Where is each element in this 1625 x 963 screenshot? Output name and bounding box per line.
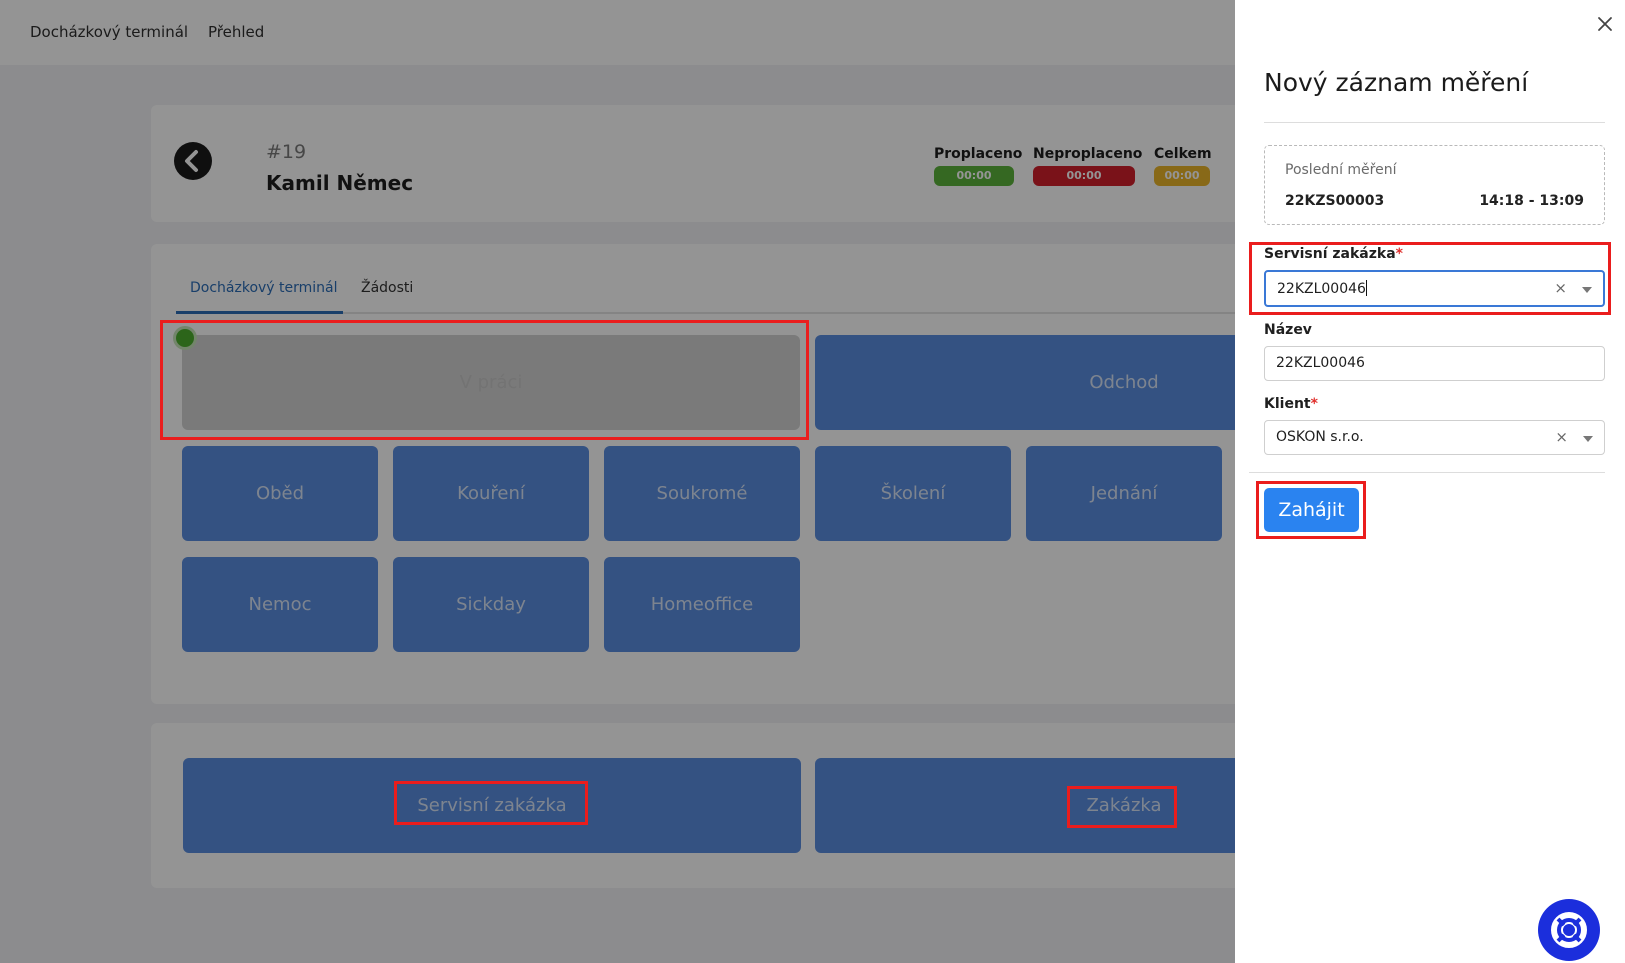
divider [1264, 122, 1605, 123]
clear-icon[interactable]: × [1555, 428, 1568, 446]
last-measurement-code: 22KZS00003 [1285, 193, 1385, 209]
client-label: Klient* [1264, 396, 1318, 412]
close-icon[interactable] [1595, 14, 1615, 34]
client-select[interactable]: OSKON s.r.o. × [1264, 420, 1605, 455]
dropdown-arrow-icon[interactable] [1583, 436, 1593, 442]
last-measurement-time: 14:18 - 13:09 [1479, 193, 1584, 209]
highlight-at-work [160, 320, 809, 440]
required-marker: * [1310, 396, 1318, 412]
modal-backdrop[interactable] [0, 0, 1235, 963]
highlight-service-order-field [1249, 242, 1611, 315]
support-chat-button[interactable] [1538, 899, 1600, 961]
last-measurement-box: Poslední měření 22KZS00003 14:18 - 13:09 [1264, 145, 1605, 225]
highlight-service-order [394, 781, 588, 825]
name-input[interactable]: 22KZL00046 [1264, 346, 1605, 381]
client-label-text: Klient [1264, 396, 1311, 412]
client-value[interactable]: OSKON s.r.o. [1276, 429, 1364, 445]
name-label-text: Název [1264, 322, 1312, 338]
last-measurement-label: Poslední měření [1285, 162, 1397, 178]
name-label: Název [1264, 322, 1312, 338]
highlight-start-button [1256, 481, 1366, 539]
lifebuoy-icon [1551, 912, 1587, 948]
panel-title: Nový záznam měření [1264, 68, 1529, 97]
name-value[interactable]: 22KZL00046 [1276, 355, 1365, 371]
divider [1249, 472, 1605, 473]
highlight-order [1067, 786, 1177, 828]
